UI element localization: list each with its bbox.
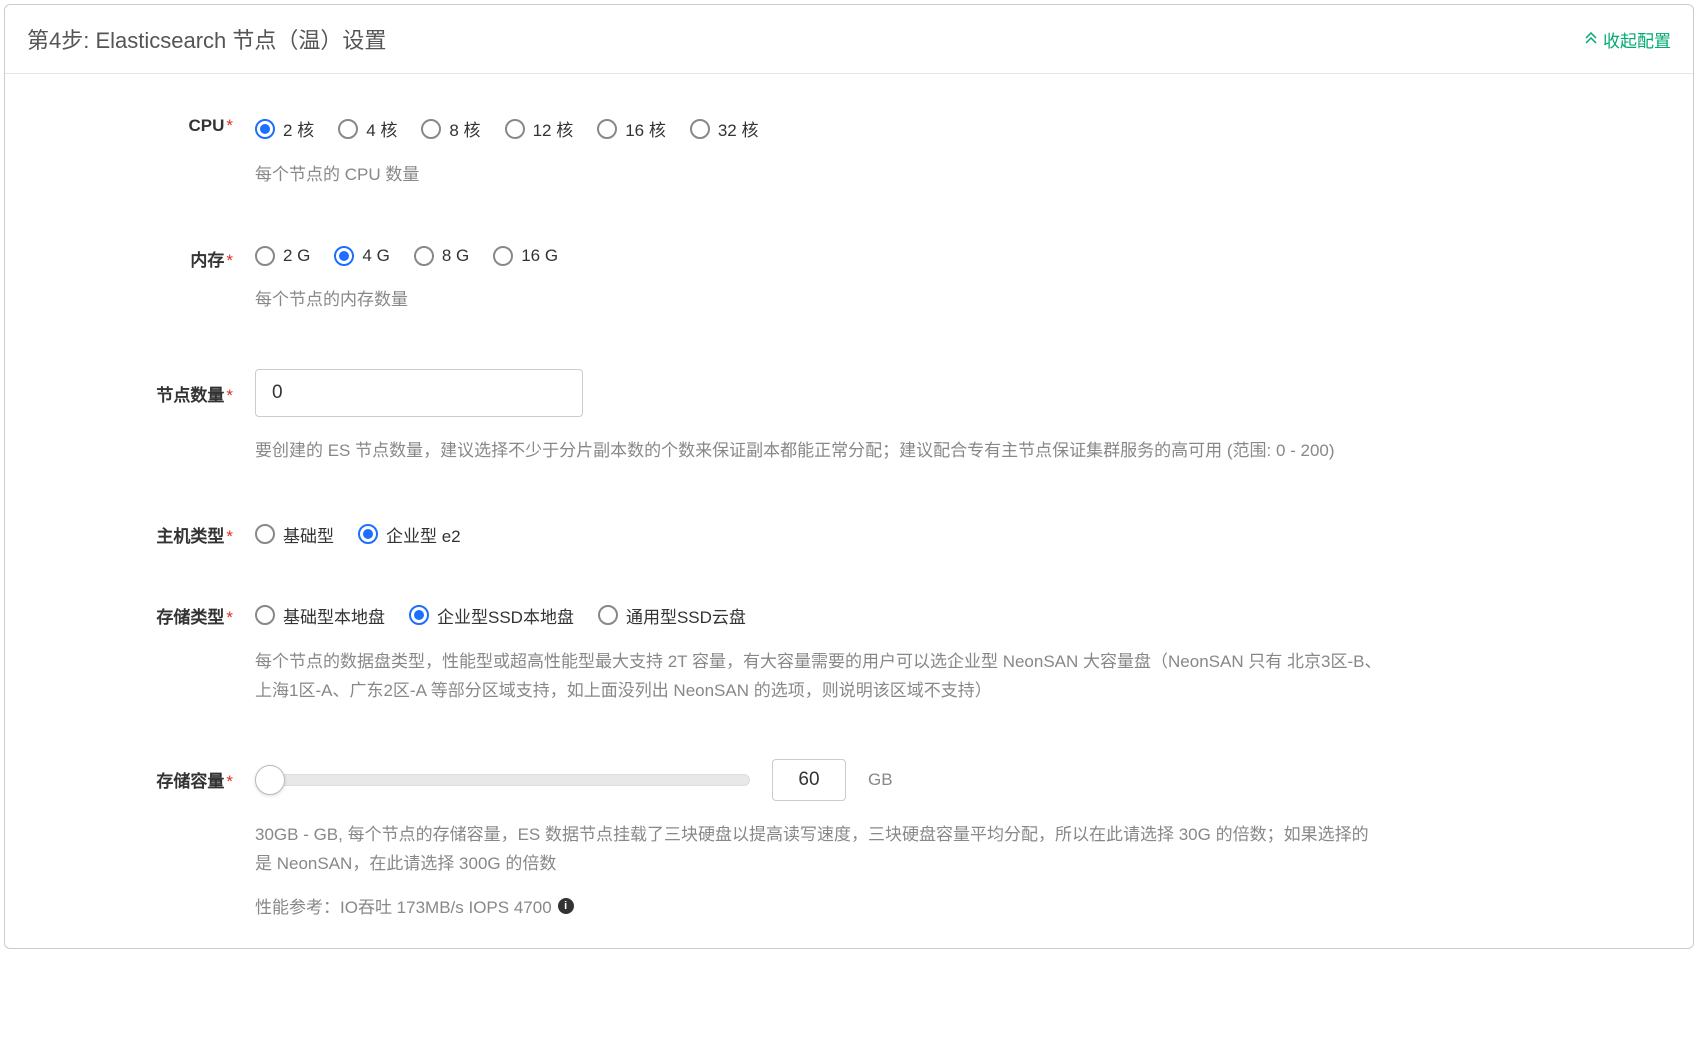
storage-perf-text: 性能参考：IO吞吐 173MB/s IOPS 4700 i bbox=[255, 893, 1385, 918]
storage-capacity-unit: GB bbox=[868, 770, 893, 790]
memory-option-4g[interactable]: 4 G bbox=[334, 246, 389, 266]
cpu-option-8[interactable]: 8 核 bbox=[421, 116, 480, 141]
storage-capacity-label: 存储容量* bbox=[27, 759, 255, 792]
memory-help: 每个节点的内存数量 bbox=[255, 286, 1385, 315]
storage-capacity-help: 30GB - GB, 每个节点的存储容量，ES 数据节点挂载了三块硬盘以提高读写… bbox=[255, 821, 1385, 879]
host-type-label: 主机类型* bbox=[27, 520, 255, 547]
chevron-up-double-icon bbox=[1585, 32, 1597, 46]
collapse-button[interactable]: 收起配置 bbox=[1585, 27, 1671, 52]
node-count-row: 节点数量* 要创建的 ES 节点数量，建议选择不少于分片副本数的个数来保证副本都… bbox=[27, 369, 1671, 466]
cpu-option-2[interactable]: 2 核 bbox=[255, 116, 314, 141]
storage-type-help: 每个节点的数据盘类型，性能型或超高性能型最大支持 2T 容量，有大容量需要的用户… bbox=[255, 648, 1385, 706]
storage-capacity-input[interactable] bbox=[772, 759, 846, 801]
cpu-radio-group: 2 核 4 核 8 核 12 核 16 核 32 核 bbox=[255, 114, 1385, 141]
storage-type-basic-local[interactable]: 基础型本地盘 bbox=[255, 603, 385, 628]
memory-option-16g[interactable]: 16 G bbox=[493, 246, 558, 266]
cpu-row: CPU* 2 核 4 核 8 核 12 核 16 核 32 核 每个节点的 CP… bbox=[27, 114, 1671, 190]
cpu-option-16[interactable]: 16 核 bbox=[597, 116, 666, 141]
memory-label: 内存* bbox=[27, 244, 255, 271]
host-type-basic[interactable]: 基础型 bbox=[255, 522, 334, 547]
node-count-help: 要创建的 ES 节点数量，建议选择不少于分片副本数的个数来保证副本都能正常分配；… bbox=[255, 437, 1385, 466]
storage-type-label: 存储类型* bbox=[27, 601, 255, 628]
info-icon[interactable]: i bbox=[558, 898, 574, 914]
memory-option-8g[interactable]: 8 G bbox=[414, 246, 469, 266]
node-count-input[interactable] bbox=[255, 369, 583, 417]
node-count-label: 节点数量* bbox=[27, 369, 255, 406]
cpu-option-12[interactable]: 12 核 bbox=[505, 116, 574, 141]
cpu-label: CPU* bbox=[27, 114, 255, 136]
storage-type-ssd-cloud[interactable]: 通用型SSD云盘 bbox=[598, 603, 746, 628]
host-type-radio-group: 基础型 企业型 e2 bbox=[255, 520, 1385, 547]
storage-capacity-slider[interactable] bbox=[255, 767, 750, 793]
step-header: 第4步: Elasticsearch 节点（温）设置 收起配置 bbox=[5, 5, 1693, 74]
memory-radio-group: 2 G 4 G 8 G 16 G bbox=[255, 244, 1385, 266]
collapse-label: 收起配置 bbox=[1603, 27, 1671, 52]
storage-type-radio-group: 基础型本地盘 企业型SSD本地盘 通用型SSD云盘 bbox=[255, 601, 1385, 628]
host-type-row: 主机类型* 基础型 企业型 e2 bbox=[27, 520, 1671, 547]
step-title: 第4步: Elasticsearch 节点（温）设置 bbox=[27, 23, 386, 55]
memory-row: 内存* 2 G 4 G 8 G 16 G 每个节点的内存数量 bbox=[27, 244, 1671, 315]
storage-type-row: 存储类型* 基础型本地盘 企业型SSD本地盘 通用型SSD云盘 每个节点的数据盘… bbox=[27, 601, 1671, 706]
storage-type-ssd-local[interactable]: 企业型SSD本地盘 bbox=[409, 603, 574, 628]
slider-handle[interactable] bbox=[255, 765, 285, 795]
cpu-option-32[interactable]: 32 核 bbox=[690, 116, 759, 141]
memory-option-2g[interactable]: 2 G bbox=[255, 246, 310, 266]
storage-capacity-row: 存储容量* GB 30GB - GB, 每个节点的存储容量，ES 数据节点挂载了… bbox=[27, 759, 1671, 918]
slider-track bbox=[255, 774, 750, 786]
host-type-enterprise[interactable]: 企业型 e2 bbox=[358, 522, 461, 547]
cpu-help: 每个节点的 CPU 数量 bbox=[255, 161, 1385, 190]
cpu-option-4[interactable]: 4 核 bbox=[338, 116, 397, 141]
